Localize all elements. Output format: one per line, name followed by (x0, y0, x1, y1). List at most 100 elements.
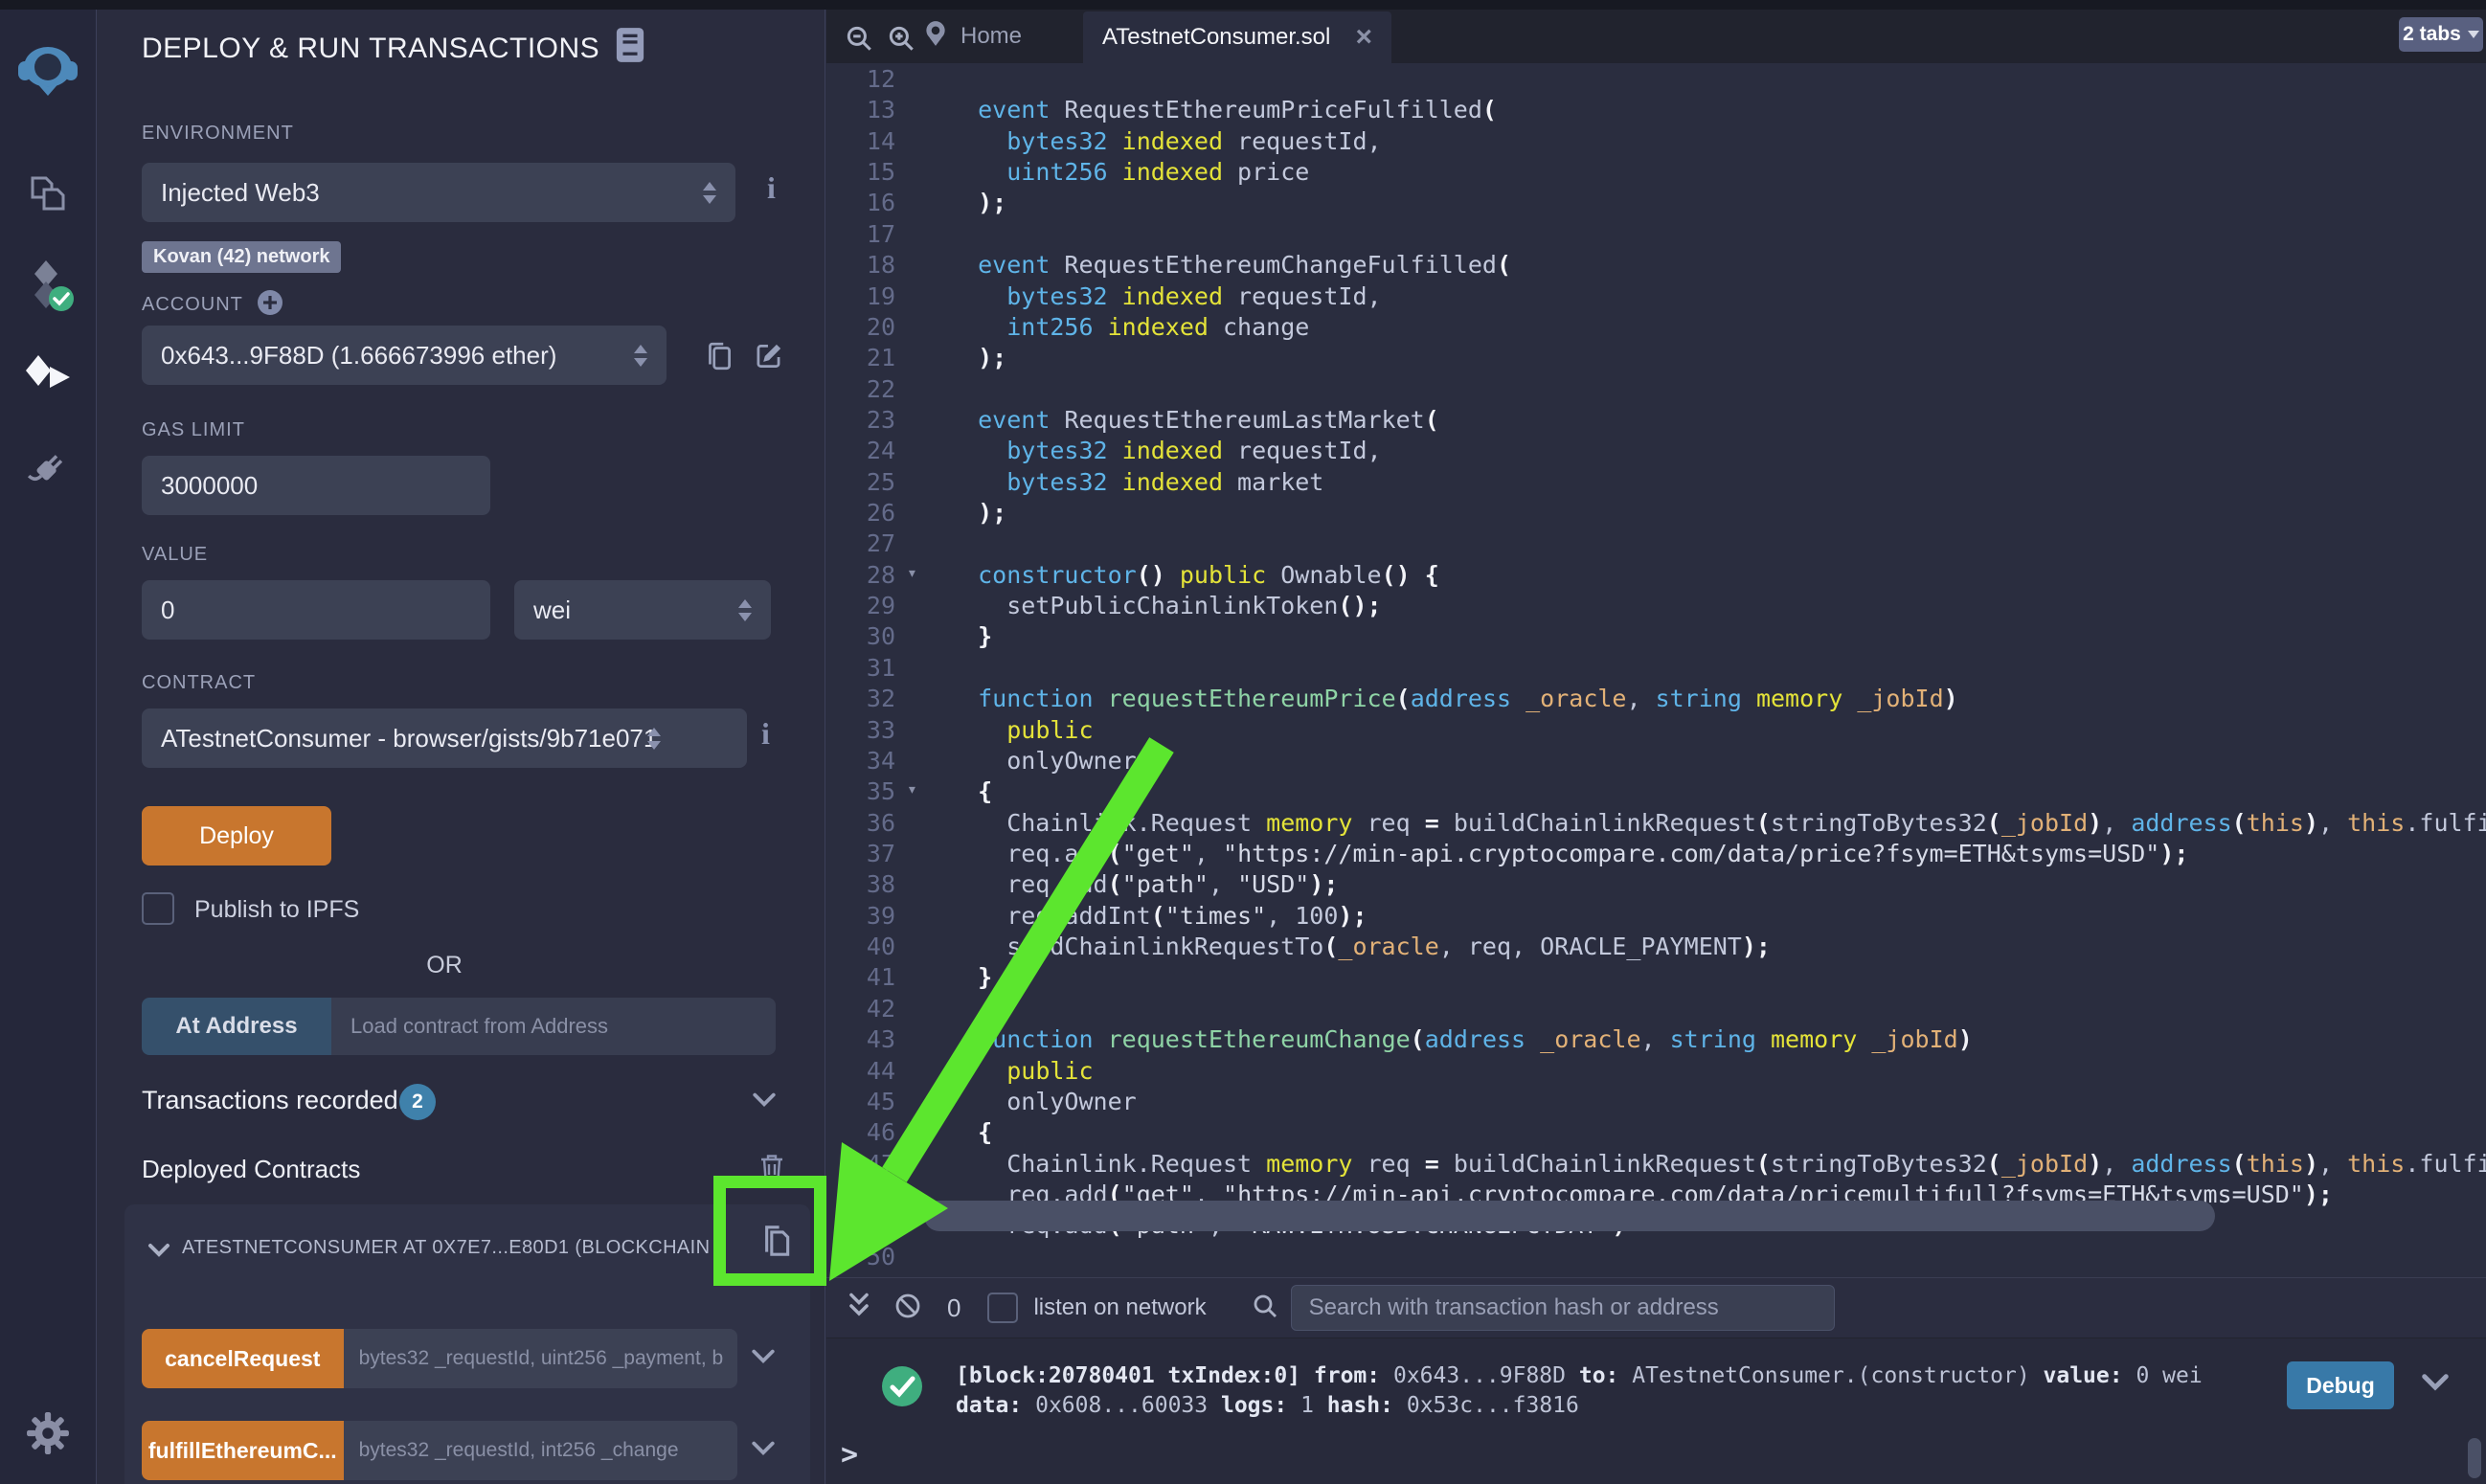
instance-title[interactable]: ATESTNETCONSUMER AT 0X7E7...E80D1 (BLOCK… (182, 1237, 737, 1259)
contract-doc-icon[interactable] (615, 27, 645, 71)
account-value: 0x643...9F88D (1.666673996 ether) (161, 341, 556, 371)
account-select[interactable]: 0x643...9F88D (1.666673996 ether) (142, 326, 667, 385)
code-line[interactable]: 30 } (826, 620, 2486, 651)
code-line[interactable]: 29 setPublicChainlinkToken(); (826, 590, 2486, 620)
value-input[interactable]: 0 (142, 580, 490, 640)
terminal-scrollbar[interactable] (2468, 1438, 2481, 1478)
terminal: 0 listen on network [block:20780401 txIn… (826, 1277, 2486, 1484)
publish-ipfs-checkbox[interactable] (142, 892, 174, 925)
value-unit-select[interactable]: wei (514, 580, 771, 640)
code-line[interactable]: 47 Chainlink.Request memory req = buildC… (826, 1148, 2486, 1179)
code-line[interactable]: 39 req.addInt("times", 100); (826, 900, 2486, 931)
remix-logo-icon[interactable] (17, 40, 79, 106)
function-button[interactable]: fulfillEthereumC... (142, 1421, 344, 1480)
deploy-run-icon[interactable] (24, 354, 72, 405)
tx-log-line2[interactable]: data: 0x608...60033 logs: 1 hash: 0x53c.… (956, 1391, 2277, 1421)
tx-log-line1[interactable]: [block:20780401 txIndex:0] from: 0x643..… (956, 1361, 2277, 1391)
zoom-in-icon[interactable] (886, 23, 916, 58)
settings-gear-icon[interactable] (26, 1411, 70, 1460)
editor-horizontal-scrollbar[interactable] (924, 1201, 2215, 1231)
function-row: cancelRequestbytes32 _requestId, uint256… (142, 1329, 776, 1388)
solidity-compiler-icon[interactable] (21, 257, 75, 319)
at-address-button[interactable]: At Address (142, 998, 331, 1055)
code-line[interactable]: 17 (826, 218, 2486, 249)
debug-button[interactable]: Debug (2287, 1361, 2394, 1409)
code-line[interactable]: 18 event RequestEthereumChangeFulfilled( (826, 249, 2486, 280)
select-caret-icon (647, 728, 661, 750)
log-expand-chevron-icon[interactable] (2421, 1373, 2450, 1397)
code-line[interactable]: 24 bytes32 indexed requestId, (826, 435, 2486, 465)
listen-network-checkbox[interactable] (987, 1293, 1018, 1323)
code-line[interactable]: 26 ); (826, 497, 2486, 528)
code-line[interactable]: 40 sendChainlinkRequestTo(_oracle, req, … (826, 931, 2486, 961)
code-line[interactable]: 45 onlyOwner (826, 1086, 2486, 1116)
code-line[interactable]: 50 (826, 1241, 2486, 1271)
function-params-input[interactable]: bytes32 _requestId, uint256 _payment, b (344, 1329, 737, 1388)
code-content: 1213 event RequestEthereumPriceFulfilled… (826, 63, 2486, 1271)
code-line[interactable]: 36 Chainlink.Request memory req = buildC… (826, 807, 2486, 838)
function-expand-icon[interactable] (751, 1348, 776, 1370)
function-button[interactable]: cancelRequest (142, 1329, 344, 1388)
contract-info-icon[interactable]: i (761, 716, 770, 752)
gas-limit-input[interactable]: 3000000 (142, 456, 490, 515)
code-line[interactable]: 43 function requestEthereumChange(addres… (826, 1023, 2486, 1054)
code-line[interactable]: 28▾ constructor() public Ownable() { (826, 559, 2486, 590)
code-line[interactable]: 13 event RequestEthereumPriceFulfilled( (826, 94, 2486, 124)
code-line[interactable]: 23 event RequestEthereumLastMarket( (826, 404, 2486, 435)
clear-console-icon[interactable] (893, 1292, 922, 1325)
contract-select[interactable]: ATestnetConsumer - browser/gists/9b71e07… (142, 708, 747, 768)
code-line[interactable]: 27 (826, 528, 2486, 558)
annotation-box (713, 1176, 826, 1286)
code-line[interactable]: 33 public (826, 714, 2486, 745)
panel-title: DEPLOY & RUN TRANSACTIONS (142, 33, 599, 65)
file-explorer-icon[interactable] (25, 170, 71, 221)
code-line[interactable]: 46▾ { (826, 1116, 2486, 1147)
function-params-input[interactable]: bytes32 _requestId, int256 _change (344, 1421, 737, 1480)
code-line[interactable]: 16 ); (826, 187, 2486, 217)
deploy-button[interactable]: Deploy (142, 806, 331, 866)
code-line[interactable]: 15 uint256 indexed price (826, 156, 2486, 187)
tab-home[interactable]: Home (922, 10, 1022, 63)
terminal-prompt[interactable]: > (841, 1438, 858, 1472)
function-expand-icon[interactable] (751, 1440, 776, 1462)
tab-home-label: Home (960, 23, 1022, 50)
tx-success-icon (881, 1365, 923, 1412)
expand-terminal-icon[interactable] (846, 1292, 872, 1325)
edit-account-icon[interactable] (752, 339, 786, 378)
add-account-icon[interactable] (257, 289, 283, 321)
code-line[interactable]: 37 req.add("get", "https://min-api.crypt… (826, 838, 2486, 868)
at-address-input[interactable]: Load contract from Address (331, 998, 776, 1055)
code-line[interactable]: 35▾ { (826, 776, 2486, 806)
account-label: ACCOUNT (142, 294, 243, 316)
environment-select[interactable]: Injected Web3 (142, 163, 735, 222)
code-line[interactable]: 31 (826, 652, 2486, 683)
code-line[interactable]: 25 bytes32 indexed market (826, 466, 2486, 497)
listen-network-label: listen on network (1033, 1294, 1206, 1321)
instance-chevron-icon[interactable] (147, 1243, 170, 1263)
terminal-search-input[interactable] (1291, 1285, 1835, 1331)
zoom-out-icon[interactable] (844, 23, 874, 58)
code-line[interactable]: 44 public (826, 1055, 2486, 1086)
code-line[interactable]: 32 function requestEthereumPrice(address… (826, 683, 2486, 713)
tab-close-icon[interactable]: × (1355, 23, 1372, 52)
code-line[interactable]: 41 } (826, 961, 2486, 992)
code-line[interactable]: 38 req.add("path", "USD"); (826, 868, 2486, 899)
code-line[interactable]: 12 (826, 63, 2486, 94)
code-line[interactable]: 21 ); (826, 342, 2486, 372)
code-line[interactable]: 22 (826, 373, 2486, 404)
code-line[interactable]: 20 int256 indexed change (826, 311, 2486, 342)
panel-title-row: DEPLOY & RUN TRANSACTIONS (142, 27, 645, 71)
gas-limit-value: 3000000 (161, 471, 258, 501)
plugin-manager-icon[interactable] (25, 446, 71, 497)
environment-info-icon[interactable]: i (767, 170, 776, 206)
code-line[interactable]: 14 bytes32 indexed requestId, (826, 125, 2486, 156)
code-line[interactable]: 34 onlyOwner (826, 745, 2486, 776)
copy-account-icon[interactable] (702, 339, 736, 378)
code-line[interactable]: 19 bytes32 indexed requestId, (826, 281, 2486, 311)
tab-active-file[interactable]: ATestnetConsumer.sol × (1083, 11, 1391, 63)
code-line[interactable]: 42 (826, 993, 2486, 1023)
environment-label: ENVIRONMENT (142, 123, 294, 145)
search-icon (1251, 1292, 1279, 1325)
transactions-chevron-icon[interactable] (752, 1091, 777, 1113)
tabs-count-button[interactable]: 2 tabs (2399, 17, 2483, 52)
